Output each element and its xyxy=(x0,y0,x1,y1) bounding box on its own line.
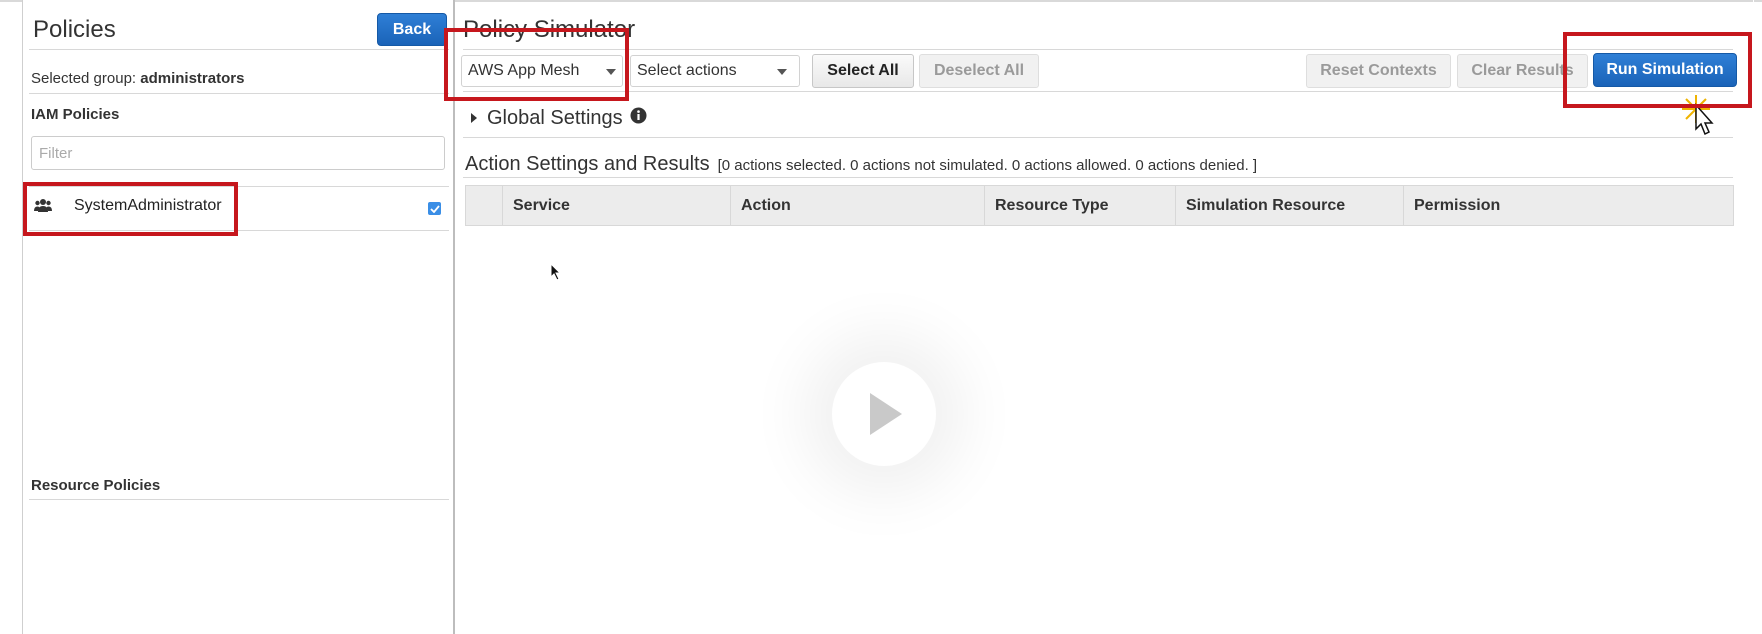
policies-panel: Policies Back Selected group: administra… xyxy=(22,0,455,634)
filter-placeholder: Filter xyxy=(39,145,73,162)
actions-select-value: Select actions xyxy=(637,62,737,79)
play-button[interactable] xyxy=(832,362,936,466)
divider xyxy=(463,137,1733,138)
deselect-all-button[interactable]: Deselect All xyxy=(919,54,1039,88)
resource-policies-heading: Resource Policies xyxy=(31,477,161,494)
selected-group: Selected group: administrators xyxy=(31,70,244,87)
selected-group-name: administrators xyxy=(140,70,245,87)
select-all-button[interactable]: Select All xyxy=(812,54,914,88)
policy-filter-input[interactable]: Filter xyxy=(31,136,445,170)
policy-checkbox[interactable] xyxy=(428,202,441,215)
action-settings-title: Action Settings and Results xyxy=(465,153,710,175)
column-resource-type[interactable]: Resource Type xyxy=(985,186,1176,225)
column-permission[interactable]: Permission xyxy=(1404,186,1733,225)
info-icon[interactable] xyxy=(630,107,647,129)
play-icon xyxy=(870,393,902,435)
column-action[interactable]: Action xyxy=(731,186,985,225)
divider xyxy=(463,177,1733,178)
divider xyxy=(29,499,449,500)
action-summary: [0 actions selected. 0 actions not simul… xyxy=(717,157,1258,174)
highlight-box-service xyxy=(444,28,629,101)
caret-right-icon xyxy=(471,113,477,123)
divider xyxy=(29,49,449,50)
highlight-box-policy xyxy=(23,182,238,236)
global-settings-toggle[interactable]: Global Settings xyxy=(465,106,647,130)
chevron-down-icon xyxy=(777,69,787,75)
selected-group-label: Selected group: xyxy=(31,70,141,87)
divider xyxy=(29,93,449,94)
cursor-icon xyxy=(550,262,562,286)
actions-select[interactable]: Select actions xyxy=(630,55,800,87)
select-column-header xyxy=(466,186,503,225)
divider xyxy=(463,49,1733,50)
global-settings-label: Global Settings xyxy=(487,106,623,129)
reset-contexts-button[interactable]: Reset Contexts xyxy=(1306,54,1451,88)
action-settings-header: Action Settings and Results [0 actions s… xyxy=(465,153,1257,176)
results-table-header: Service Action Resource Type Simulation … xyxy=(465,185,1734,226)
back-button[interactable]: Back xyxy=(377,13,447,46)
column-service[interactable]: Service xyxy=(503,186,731,225)
highlight-box-run xyxy=(1563,32,1752,108)
divider xyxy=(463,91,1733,92)
iam-policies-heading: IAM Policies xyxy=(31,106,120,123)
policies-title: Policies xyxy=(33,16,116,43)
column-simulation-resource[interactable]: Simulation Resource xyxy=(1176,186,1404,225)
panel-edge xyxy=(1753,0,1754,634)
